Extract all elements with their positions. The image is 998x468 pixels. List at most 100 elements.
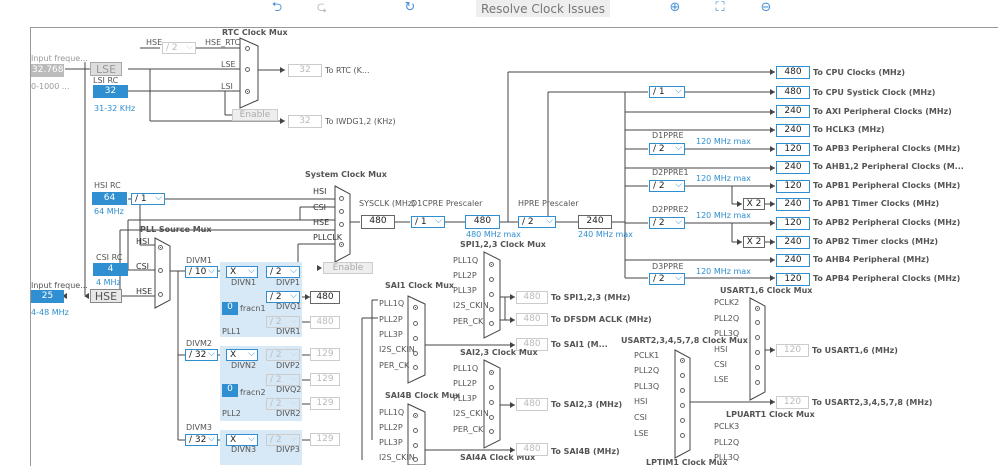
systick-divider[interactable]: / 1 ⌵ bbox=[649, 86, 685, 98]
d2ppre1-max: 120 MHz max bbox=[696, 174, 751, 183]
chevron-down-icon: ⌵ bbox=[435, 216, 442, 226]
usart16-radio-pll2q[interactable] bbox=[755, 320, 760, 325]
rtc-mux-radio-lsi[interactable] bbox=[245, 89, 250, 94]
sai4b-radio-pll3p[interactable] bbox=[413, 443, 418, 448]
lse-input-value[interactable]: 32.768 bbox=[31, 64, 64, 77]
spi-per-label: PER_CK bbox=[453, 317, 484, 326]
sysmux-radio-pllclk[interactable] bbox=[339, 242, 344, 247]
hpre-label: HPRE Prescaler bbox=[518, 199, 579, 208]
sai23-radio-per[interactable] bbox=[489, 429, 494, 434]
spi-radio-pll2p[interactable] bbox=[489, 277, 494, 282]
usart2-radio-pll2q[interactable] bbox=[680, 373, 685, 378]
fracn1-value[interactable]: 0 bbox=[222, 302, 238, 315]
spi123-clock-mux-title: SPI1,2,3 Clock Mux bbox=[460, 240, 546, 249]
pll-src-radio-csi[interactable] bbox=[158, 268, 163, 273]
spi-radio-pll3p[interactable] bbox=[489, 292, 494, 297]
usart16-radio-pll3q[interactable] bbox=[755, 335, 760, 340]
divp1-divider[interactable]: / 2 ⌵ bbox=[266, 266, 300, 278]
d3ppre-div-value: / 2 bbox=[653, 274, 665, 284]
fracn2-value[interactable]: 0 bbox=[222, 384, 238, 397]
d3ppre-divider[interactable]: / 2 ⌵ bbox=[649, 273, 685, 285]
sai4b-radio-i2s[interactable] bbox=[413, 457, 418, 462]
sai1-clock-mux-title: SAI1 Clock Mux bbox=[385, 281, 455, 290]
divq1-value: / 2 bbox=[270, 292, 282, 302]
lse-button[interactable]: LSE bbox=[90, 62, 122, 76]
chevron-down-icon: ⌵ bbox=[248, 434, 255, 444]
divn3-value: X bbox=[230, 435, 237, 445]
d2ppre1-divider[interactable]: / 2 ⌵ bbox=[649, 180, 685, 192]
sai4b-radio-pll2p[interactable] bbox=[413, 428, 418, 433]
sai23-radio-pll3p[interactable] bbox=[489, 400, 494, 405]
hclk3-label: To HCLK3 (MHz) bbox=[813, 125, 885, 134]
usart2-radio-pll3q[interactable] bbox=[680, 388, 685, 393]
sai4b-radio-pll1q[interactable] bbox=[413, 413, 418, 418]
divq2-label: DIVQ2 bbox=[276, 385, 302, 394]
divm2-divider[interactable]: / 32 ⌵ bbox=[185, 349, 218, 361]
hse-button[interactable]: HSE bbox=[90, 289, 122, 303]
sysmux-radio-hsi[interactable] bbox=[339, 196, 344, 201]
divn3-label: DIVN3 bbox=[231, 445, 257, 454]
divn2-multiplier[interactable]: X ⌵ bbox=[226, 349, 258, 361]
sai4b-clock-mux-title: SAI4B Clock Mux bbox=[385, 391, 461, 400]
usart16-radio-lse[interactable] bbox=[755, 380, 760, 385]
sysclk-label: SYSCLK (MHz) bbox=[359, 199, 416, 208]
usart16-pll2q-label: PLL2Q bbox=[714, 314, 740, 323]
spi123-output-value: 480 bbox=[516, 291, 548, 304]
css-enable-button[interactable]: Enable bbox=[323, 262, 373, 274]
usart2-radio-csi[interactable] bbox=[680, 418, 685, 423]
apb1-timer-value: 240 bbox=[776, 198, 810, 211]
sai1-radio-pll3p[interactable] bbox=[413, 336, 418, 341]
usart2-radio-lse[interactable] bbox=[680, 433, 685, 438]
hpre-divider[interactable]: / 2 ⌵ bbox=[518, 216, 556, 228]
sai23-radio-i2s[interactable] bbox=[489, 415, 494, 420]
pll-src-radio-hse[interactable] bbox=[158, 292, 163, 297]
spi-radio-per[interactable] bbox=[489, 321, 494, 326]
usart16-csi-label: CSI bbox=[714, 360, 728, 369]
sai1-radio-per[interactable] bbox=[413, 365, 418, 370]
hse-range: 4-48 MHz bbox=[31, 308, 69, 317]
divm3-divider[interactable]: / 32 ⌵ bbox=[185, 434, 218, 446]
sysmux-radio-csi[interactable] bbox=[339, 209, 344, 214]
d1ppre-label: D1PPRE bbox=[652, 131, 684, 140]
hsi-divider[interactable]: / 1 ⌵ bbox=[131, 193, 165, 205]
sai23-radio-pll1q[interactable] bbox=[489, 370, 494, 375]
rtc-mux-radio-lse[interactable] bbox=[245, 67, 250, 72]
rtc-hse-divider[interactable]: / 2 ⌵ bbox=[162, 42, 196, 54]
rtc-enable-button[interactable]: Enable bbox=[232, 109, 278, 121]
usart16-radio-hsi[interactable] bbox=[755, 350, 760, 355]
chevron-down-icon: ⌵ bbox=[290, 316, 297, 326]
hse-input-value[interactable]: 25 bbox=[31, 290, 64, 303]
sysmux-radio-hse[interactable] bbox=[339, 222, 344, 227]
rtc-output-label: To RTC (K... bbox=[325, 66, 370, 75]
usart16-radio-pclk2[interactable] bbox=[755, 306, 760, 311]
usart2-clock-mux-title: USART2,3,4,5,7,8 Clock Mux bbox=[621, 336, 748, 345]
divr2-label: DIVR2 bbox=[276, 409, 301, 418]
hpre-value: 240 bbox=[578, 215, 612, 229]
spi-radio-pll1q[interactable] bbox=[489, 262, 494, 267]
pll2-p-output: 129 bbox=[310, 348, 340, 361]
d1ppre-divider[interactable]: / 2 ⌵ bbox=[649, 143, 685, 155]
apb3-value: 120 bbox=[776, 143, 810, 156]
usart16-lse-label: LSE bbox=[714, 375, 729, 384]
sai1-radio-pll1q[interactable] bbox=[413, 305, 418, 310]
sai1-radio-i2s[interactable] bbox=[413, 351, 418, 356]
sai1-pll3p-label: PLL3P bbox=[379, 330, 403, 339]
d2ppre2-divider[interactable]: / 2 ⌵ bbox=[649, 217, 685, 229]
pll-src-radio-hsi[interactable] bbox=[158, 245, 163, 250]
csi-frequency: 4 MHz bbox=[96, 278, 121, 287]
usart16-radio-csi[interactable] bbox=[755, 365, 760, 370]
usart2-radio-hsi[interactable] bbox=[680, 403, 685, 408]
usart2-radio-pclk1[interactable] bbox=[680, 358, 685, 363]
sai1-radio-pll2p[interactable] bbox=[413, 321, 418, 326]
d1cpre-divider[interactable]: / 1 ⌵ bbox=[411, 216, 445, 228]
pll-source-mux-title: PLL Source Mux bbox=[140, 225, 212, 234]
divm1-divider[interactable]: / 10 ⌵ bbox=[185, 266, 218, 278]
cpu-clock-label: To CPU Clocks (MHz) bbox=[813, 68, 906, 77]
spi-radio-i2s[interactable] bbox=[489, 307, 494, 312]
divp2-divider[interactable]: / 2 ⌵ bbox=[266, 349, 300, 361]
apb2-value: 120 bbox=[776, 217, 810, 230]
divn1-multiplier[interactable]: X ⌵ bbox=[226, 266, 258, 278]
rtc-mux-radio-hse[interactable] bbox=[245, 46, 250, 51]
sai23-radio-pll2p[interactable] bbox=[489, 385, 494, 390]
apb1-label: To APB1 Peripheral Clocks (MHz) bbox=[813, 181, 961, 190]
